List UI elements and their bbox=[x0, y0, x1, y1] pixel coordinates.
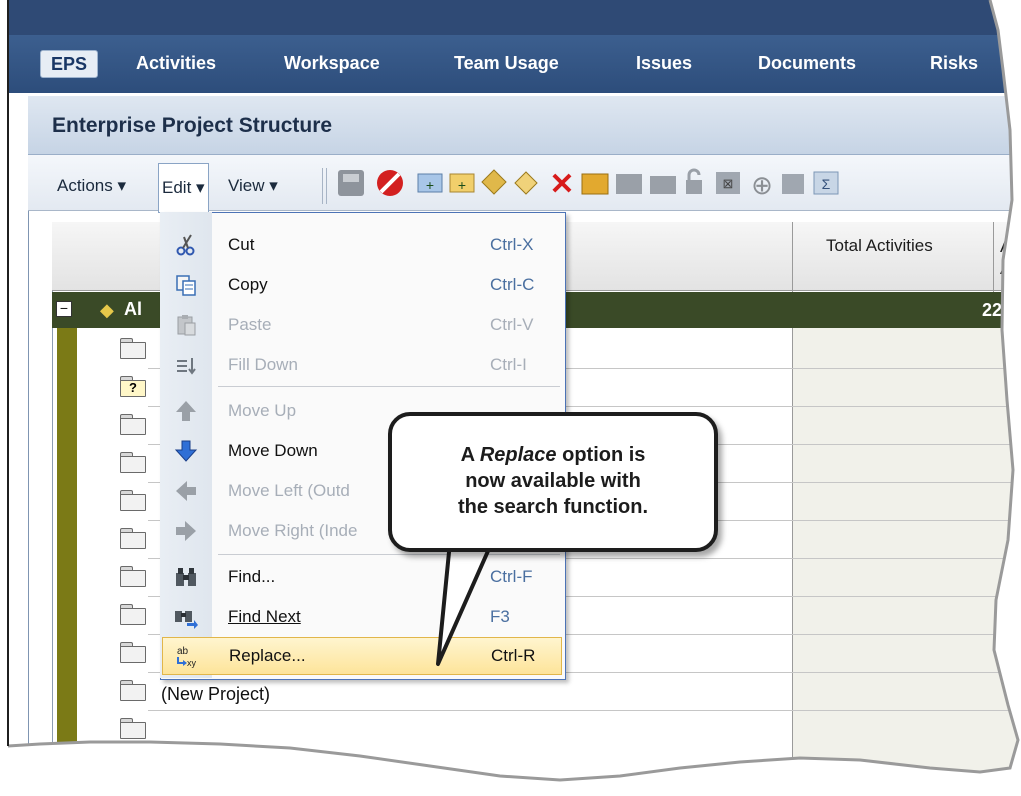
torn-edge-border bbox=[7, 0, 1020, 782]
